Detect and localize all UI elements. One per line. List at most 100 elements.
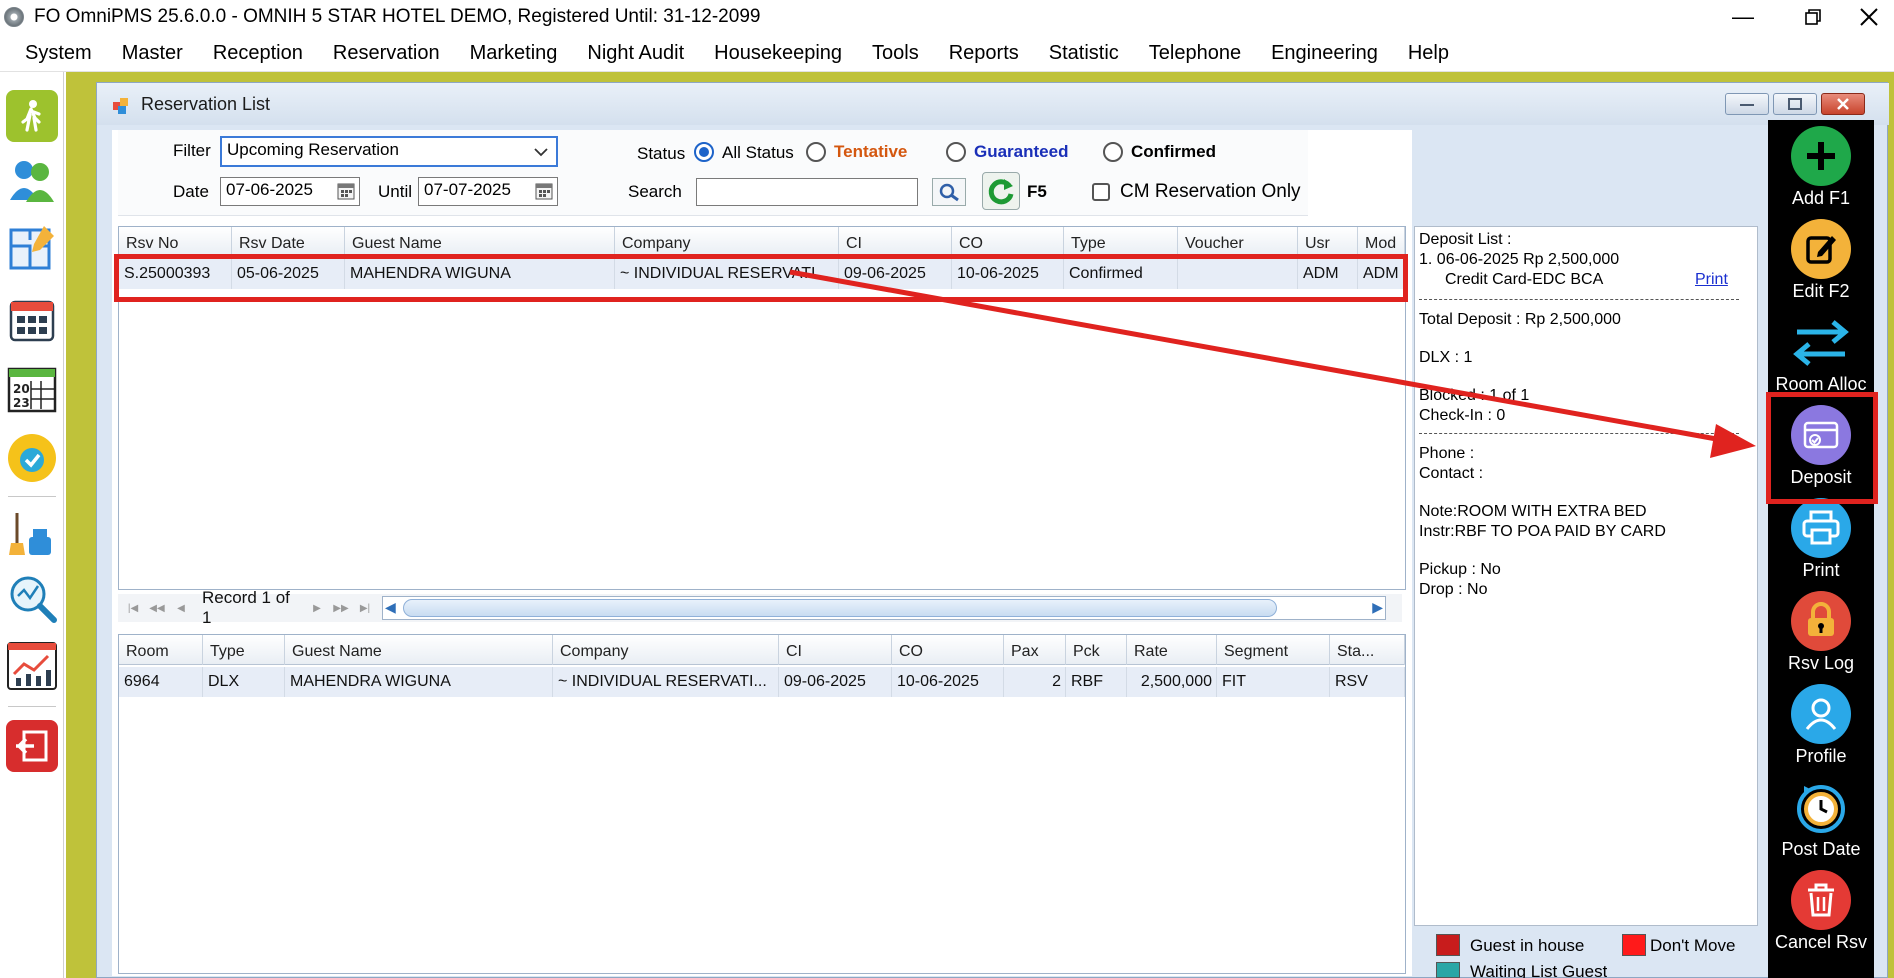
post-date-button[interactable]: Post Date — [1768, 771, 1874, 864]
filter-dropdown[interactable]: Upcoming Reservation — [220, 136, 558, 167]
col-segment[interactable]: Segment — [1217, 635, 1330, 665]
date-until-field[interactable]: 07-07-2025 — [418, 177, 558, 206]
menu-housekeeping[interactable]: Housekeeping — [714, 42, 842, 65]
menu-statistic[interactable]: Statistic — [1049, 42, 1119, 65]
col-co[interactable]: CO — [892, 635, 1004, 665]
status-tentative-radio[interactable] — [806, 142, 826, 162]
room-alloc-button[interactable]: Room Alloc — [1768, 306, 1874, 399]
cancel-rsv-label: Cancel Rsv — [1774, 932, 1868, 952]
cancel-rsv-button[interactable]: Cancel Rsv — [1768, 864, 1874, 957]
table-row[interactable]: 6964 DLX MAHENDRA WIGUNA ~ INDIVIDUAL RE… — [119, 667, 1405, 697]
col-rsv-no[interactable]: Rsv No — [119, 227, 232, 257]
cell-pck: RBF — [1066, 667, 1127, 697]
menu-night-audit[interactable]: Night Audit — [587, 42, 684, 65]
highlight-deposit-button — [1766, 392, 1878, 504]
menu-tools[interactable]: Tools — [872, 42, 919, 65]
floor-plan-icon[interactable] — [6, 222, 58, 274]
col-company[interactable]: Company — [553, 635, 779, 665]
col-room[interactable]: Room — [119, 635, 203, 665]
refresh-button[interactable] — [982, 172, 1020, 210]
status-all-radio[interactable] — [694, 142, 714, 162]
date-from-field[interactable]: 07-06-2025 — [220, 177, 360, 206]
col-guest-name[interactable]: Guest Name — [345, 227, 615, 257]
scroll-right-icon[interactable]: ▶ — [1372, 599, 1383, 616]
rsv-log-button[interactable]: Rsv Log — [1768, 585, 1874, 678]
toolbar-divider — [8, 706, 56, 707]
exit-icon[interactable] — [6, 720, 58, 772]
room-alloc-icon — [1791, 312, 1851, 372]
col-type[interactable]: Type — [1064, 227, 1178, 257]
col-voucher[interactable]: Voucher — [1178, 227, 1298, 257]
menu-system[interactable]: System — [25, 42, 92, 65]
add-button[interactable]: Add F1 — [1768, 120, 1874, 213]
last-record-icon[interactable]: ▶| — [356, 599, 374, 617]
cm-reservation-only-checkbox[interactable] — [1092, 183, 1110, 201]
col-ci[interactable]: CI — [839, 227, 952, 257]
menu-marketing[interactable]: Marketing — [470, 42, 558, 65]
col-ci[interactable]: CI — [779, 635, 892, 665]
add-label: Add F1 — [1791, 188, 1851, 208]
deposit-print-link[interactable]: Print — [1695, 271, 1728, 289]
scroll-left-icon[interactable]: ◀ — [385, 599, 396, 616]
first-record-icon[interactable]: |◀ — [124, 599, 142, 617]
post-date-icon — [1791, 777, 1851, 837]
col-mod[interactable]: Mod — [1358, 227, 1405, 257]
scrollbar-thumb[interactable] — [403, 599, 1277, 617]
prev-record-icon[interactable]: ◀ — [172, 599, 190, 617]
status-guaranteed-radio[interactable] — [946, 142, 966, 162]
next-record-icon[interactable]: ▶ — [308, 599, 326, 617]
col-rsv-date[interactable]: Rsv Date — [232, 227, 345, 257]
print-button[interactable]: Print — [1768, 492, 1874, 585]
menu-reservation[interactable]: Reservation — [333, 42, 440, 65]
col-pax[interactable]: Pax — [1004, 635, 1066, 665]
svg-text:23: 23 — [13, 396, 30, 410]
calendar-2023-icon[interactable]: 20 23 — [6, 362, 58, 414]
availability-icon[interactable] — [6, 432, 58, 484]
housekeeping-icon[interactable] — [6, 508, 58, 560]
prev-page-icon[interactable]: ◀◀ — [148, 599, 166, 617]
menu-help[interactable]: Help — [1408, 42, 1449, 65]
col-status[interactable]: Sta... — [1330, 635, 1405, 665]
child-restore-icon[interactable] — [1773, 93, 1817, 115]
child-minimize-icon[interactable] — [1725, 93, 1769, 115]
col-rate[interactable]: Rate — [1127, 635, 1217, 665]
walk-in-icon[interactable] — [6, 90, 58, 142]
col-type[interactable]: Type — [203, 635, 285, 665]
child-close-icon[interactable] — [1821, 93, 1865, 115]
col-company[interactable]: Company — [615, 227, 839, 257]
status-confirmed-radio[interactable] — [1103, 142, 1123, 162]
menu-telephone[interactable]: Telephone — [1149, 42, 1241, 65]
minimize-icon[interactable]: — — [1708, 0, 1778, 34]
chevron-down-icon — [534, 148, 548, 157]
edit-icon — [1791, 219, 1851, 279]
profile-button[interactable]: Profile — [1768, 678, 1874, 771]
calendar-picker-icon[interactable] — [337, 182, 355, 200]
menu-engineering[interactable]: Engineering — [1271, 42, 1378, 65]
date-from-value: 07-06-2025 — [226, 180, 313, 199]
col-usr[interactable]: Usr — [1298, 227, 1358, 257]
search-analytics-icon[interactable] — [6, 572, 58, 624]
deposit-list-header: Deposit List : — [1419, 231, 1512, 248]
next-page-icon[interactable]: ▶▶ — [332, 599, 350, 617]
guests-icon[interactable] — [6, 154, 58, 206]
status-tentative-label: Tentative — [834, 142, 908, 161]
col-guest-name[interactable]: Guest Name — [285, 635, 553, 665]
menu-master[interactable]: Master — [122, 42, 183, 65]
add-icon — [1791, 126, 1851, 186]
calendar-grid-icon[interactable] — [6, 294, 58, 346]
calendar-picker-icon[interactable] — [535, 182, 553, 200]
statistics-chart-icon[interactable] — [6, 640, 58, 692]
search-input[interactable] — [696, 178, 918, 206]
search-button[interactable] — [932, 178, 966, 206]
close-icon[interactable] — [1844, 0, 1894, 34]
edit-button[interactable]: Edit F2 — [1768, 213, 1874, 306]
menu-reports[interactable]: Reports — [949, 42, 1019, 65]
maximize-icon[interactable] — [1778, 0, 1848, 34]
col-co[interactable]: CO — [952, 227, 1064, 257]
record-navigator: |◀ ◀◀ ◀ Record 1 of 1 ▶ ▶▶ ▶| ◀ ▶ — [118, 588, 1402, 627]
date-label: Date — [173, 182, 209, 201]
horizontal-scrollbar[interactable]: ◀ ▶ — [382, 596, 1386, 620]
legend-swatch-dont-move — [1622, 934, 1646, 956]
col-pck[interactable]: Pck — [1066, 635, 1127, 665]
menu-reception[interactable]: Reception — [213, 42, 303, 65]
